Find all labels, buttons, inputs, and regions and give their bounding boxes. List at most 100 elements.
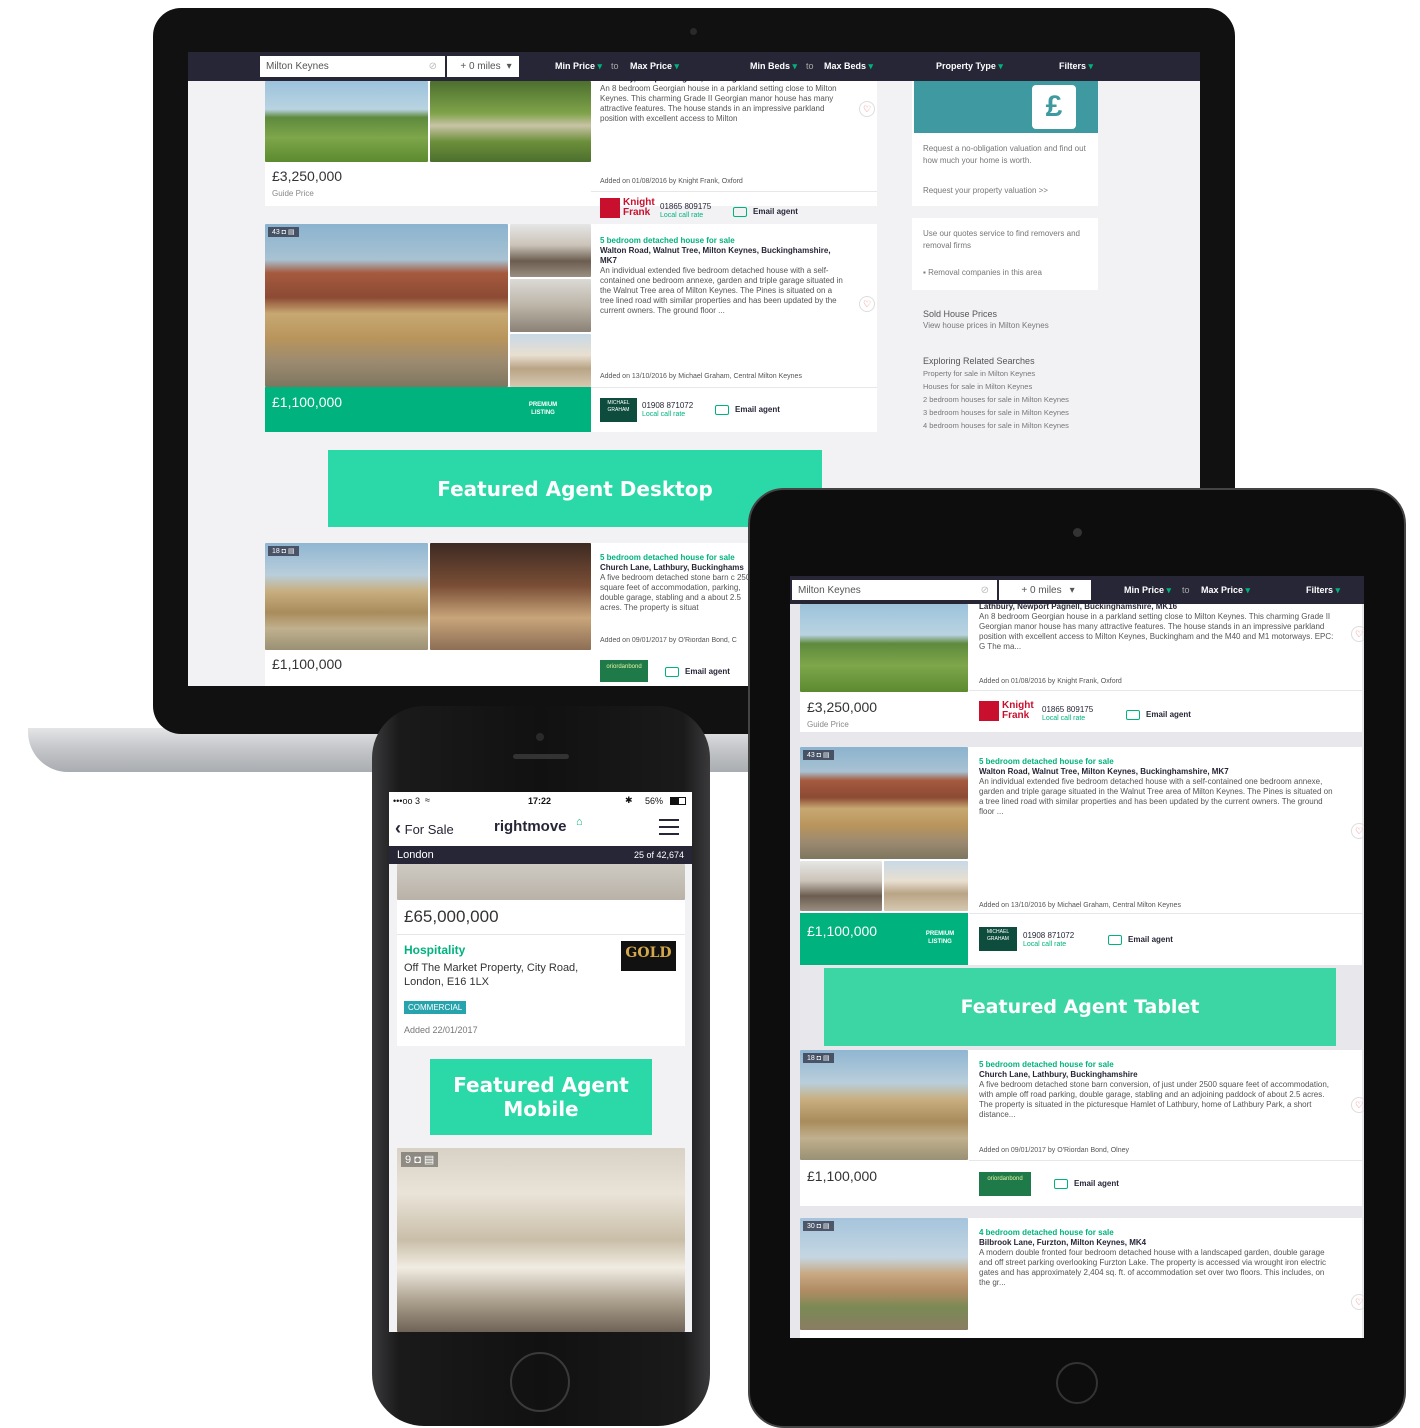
listing-photo[interactable] xyxy=(800,747,968,859)
save-heart-icon[interactable]: ♡ xyxy=(859,296,875,312)
laptop-camera xyxy=(690,28,697,35)
clear-icon[interactable]: ⊘ xyxy=(981,585,989,596)
listing-photo[interactable] xyxy=(397,1148,685,1332)
listing-photo[interactable] xyxy=(884,861,968,911)
listing-photo[interactable] xyxy=(430,81,591,162)
listing-photo[interactable] xyxy=(510,334,591,387)
tablet-listing-1[interactable]: £3,250,000 Guide Price Lathbury, Newport… xyxy=(800,602,1364,732)
desktop-radius-select[interactable]: + 0 miles ▾ xyxy=(447,56,519,77)
tablet-listing-3[interactable]: 18 ◘ ▤ £1,100,000 5 bedroom detached hou… xyxy=(800,1050,1364,1206)
agent-phone[interactable]: 01908 871072 Local call rate xyxy=(1023,931,1074,949)
desktop-min-beds[interactable]: Min Beds ▾ xyxy=(750,61,797,72)
email-agent-button[interactable]: Email agent xyxy=(1108,935,1173,945)
envelope-icon xyxy=(1054,1179,1068,1189)
listing-photo[interactable] xyxy=(397,864,685,900)
agent-phone[interactable]: 01865 809175 Local call rate xyxy=(660,202,711,220)
photo-count-badge: 43 ◘ ▤ xyxy=(268,227,299,237)
listing-description: 5 bedroom detached house for sale Walton … xyxy=(600,236,843,315)
envelope-icon xyxy=(715,405,729,415)
rightmove-logo[interactable]: rightmove xyxy=(494,818,567,835)
save-heart-icon[interactable]: ♡ xyxy=(1351,1294,1364,1310)
michael-graham-logo[interactable]: MICHAEL GRAHAM xyxy=(979,927,1017,951)
valuation-link[interactable]: Request your property valuation >> xyxy=(923,185,1088,197)
featured-agent-mobile[interactable]: Featured Agent Mobile xyxy=(430,1059,652,1135)
listing-photo[interactable] xyxy=(510,224,591,277)
photo-count-badge: 18 ◘ ▤ xyxy=(268,546,299,556)
save-heart-icon[interactable]: ♡ xyxy=(1351,1097,1364,1113)
email-agent-button[interactable]: Email agent xyxy=(1126,710,1191,720)
sold-prices[interactable]: Sold House Prices View house prices in M… xyxy=(923,308,1093,332)
truck-icon: ▪ xyxy=(923,268,926,277)
listing-photo[interactable] xyxy=(265,224,508,387)
related-link[interactable]: 3 bedroom houses for sale in Milton Keyn… xyxy=(923,408,1073,418)
tablet-screen: Milton Keynes ⊘ + 0 miles ▾ Min Price ▾ to… xyxy=(790,576,1364,1338)
tablet-max-price[interactable]: Max Price ▾ xyxy=(1201,585,1250,596)
tablet-location-input[interactable]: Milton Keynes ⊘ xyxy=(792,580,997,600)
save-heart-icon[interactable]: ♡ xyxy=(859,101,875,117)
featured-agent-tablet[interactable]: Featured Agent Tablet xyxy=(824,968,1336,1046)
michael-graham-logo[interactable]: MICHAEL GRAHAM xyxy=(600,398,637,422)
tablet-camera xyxy=(1073,528,1082,537)
listing-photo[interactable] xyxy=(800,861,882,911)
desktop-filters[interactable]: Filters ▾ xyxy=(1059,61,1093,72)
tablet-home-button[interactable] xyxy=(1056,1362,1098,1404)
related-link[interactable]: Property for sale in Milton Keynes xyxy=(923,369,1073,379)
bluetooth-icon: ✱ xyxy=(625,795,633,805)
listing-photo[interactable] xyxy=(800,1218,968,1330)
desktop-listing-2[interactable]: 43 ◘ ▤ £1,100,000 PREMIUM LISTING 5 bedr… xyxy=(265,224,877,432)
listing-photo[interactable] xyxy=(265,543,428,650)
tablet-filters[interactable]: Filters ▾ xyxy=(1306,585,1340,596)
back-button[interactable]: ‹ For Sale xyxy=(395,818,454,839)
email-agent-button[interactable]: Email agent xyxy=(733,207,798,217)
listing-photo[interactable] xyxy=(265,81,428,162)
phone-home-button[interactable] xyxy=(510,1352,570,1412)
hamburger-menu-icon[interactable] xyxy=(659,819,679,835)
listing-photo[interactable] xyxy=(430,543,591,650)
listing-price: £1,100,000 xyxy=(807,1168,878,1184)
knight-frank-logo[interactable]: Knight Frank xyxy=(979,701,1034,721)
status-bar: •••oo 3 ≈ 17:22 ✱ 56% xyxy=(389,792,692,810)
email-agent-button[interactable]: Email agent xyxy=(665,667,730,677)
valuation-text: Request a no-obligation valuation and fi… xyxy=(923,144,1086,165)
agent-phone[interactable]: 01908 871072 Local call rate xyxy=(642,401,693,419)
save-heart-icon[interactable]: ♡ xyxy=(1351,823,1364,839)
desktop-listing-1[interactable]: £3,250,000 Guide Price Lathbury, Newport… xyxy=(265,74,877,219)
desktop-location-input[interactable]: Milton Keynes ⊘ xyxy=(260,56,445,77)
clear-icon[interactable]: ⊘ xyxy=(429,61,437,72)
listing-description: 5 bedroom detached house for sale Walton … xyxy=(979,757,1333,816)
oriordan-bond-logo[interactable]: oriordanbond xyxy=(979,1172,1031,1196)
tablet-radius-select[interactable]: + 0 miles ▾ xyxy=(999,580,1091,600)
envelope-icon xyxy=(1108,935,1122,945)
related-link[interactable]: 4 bedroom houses for sale in Milton Keyn… xyxy=(923,421,1073,431)
tablet-listing-2[interactable]: 43 ◘ ▤ £1,100,000 PREMIUM LISTING 5 bedr… xyxy=(800,747,1364,965)
sidebar-removals-card[interactable]: Use our quotes service to find removers … xyxy=(912,218,1098,290)
battery-percent: 56% xyxy=(645,796,664,806)
oriordan-bond-logo[interactable]: oriordanbond xyxy=(600,660,648,682)
camera-icon: ◘ xyxy=(816,1055,821,1062)
related-link[interactable]: 2 bedroom houses for sale in Milton Keyn… xyxy=(923,395,1073,405)
listing-photo[interactable] xyxy=(800,604,968,692)
sidebar-valuation-card[interactable]: £ Request a no-obligation valuation and … xyxy=(912,81,1098,206)
premium-listing-badge: PREMIUM LISTING xyxy=(528,402,558,416)
email-agent-button[interactable]: Email agent xyxy=(715,405,780,415)
knight-frank-logo[interactable]: Knight Frank xyxy=(600,198,655,218)
save-heart-icon[interactable]: ♡ xyxy=(1351,626,1364,642)
desktop-max-price[interactable]: Max Price ▾ xyxy=(630,61,679,72)
tablet-listing-4[interactable]: 30 ◘ ▤ 4 bedroom detached house for sale… xyxy=(800,1218,1364,1338)
tablet-min-price[interactable]: Min Price ▾ xyxy=(1124,585,1171,596)
agent-phone[interactable]: 01865 809175 Local call rate xyxy=(1042,705,1093,723)
floorplan-icon: ▤ xyxy=(287,548,295,555)
phone-listing-card[interactable]: £65,000,000 Hospitality Off The Market P… xyxy=(397,864,685,1046)
envelope-icon xyxy=(733,207,747,217)
listing-photo[interactable] xyxy=(510,279,591,332)
related-link[interactable]: Houses for sale in Milton Keynes xyxy=(923,382,1073,392)
battery-icon xyxy=(670,797,686,805)
email-agent-button[interactable]: Email agent xyxy=(1054,1179,1119,1189)
desktop-max-beds[interactable]: Max Beds ▾ xyxy=(824,61,873,72)
desktop-property-type[interactable]: Property Type ▾ xyxy=(936,61,1003,72)
removals-link[interactable]: ▪ Removal companies in this area xyxy=(923,267,1088,279)
price-qualifier: Guide Price xyxy=(807,720,849,729)
listing-photo[interactable] xyxy=(800,1050,968,1160)
desktop-min-price[interactable]: Min Price ▾ xyxy=(555,61,602,72)
gold-agent-badge: GOLD xyxy=(621,941,676,971)
